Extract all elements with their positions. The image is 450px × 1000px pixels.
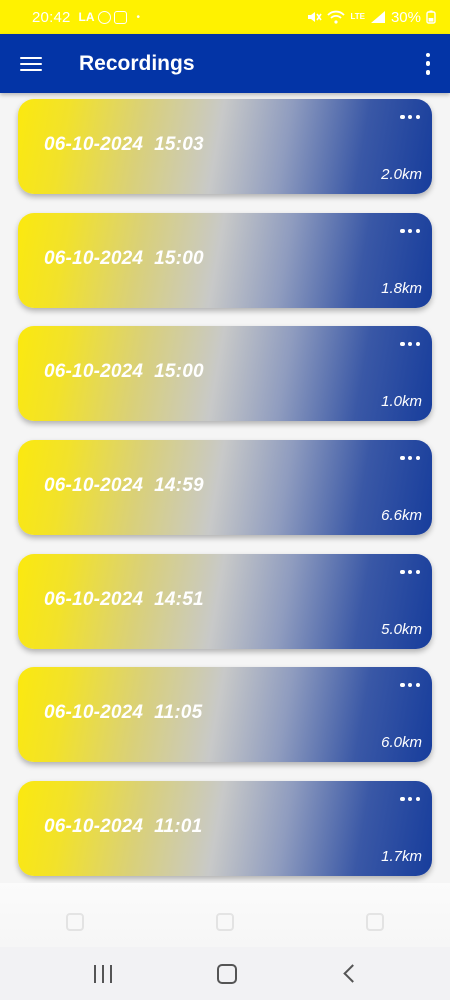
recording-card[interactable]: 06-10-2024 15:00 1.0km [18,326,432,421]
instagram-icon [113,10,127,24]
battery-icon [426,10,436,24]
recording-date: 06-10-2024 11:01 [44,816,203,837]
hamburger-menu-icon[interactable] [20,55,42,73]
recording-distance: 1.8km [381,280,422,297]
recording-card[interactable]: 06-10-2024 15:03 2.0km [18,99,432,194]
more-horizontal-icon[interactable] [400,795,420,803]
recording-date: 06-10-2024 15:03 [44,134,204,155]
recording-distance: 1.0km [381,393,422,410]
more-horizontal-icon[interactable] [400,340,420,348]
recording-card[interactable]: 06-10-2024 11:01 1.7km [18,781,432,876]
recording-card[interactable]: 06-10-2024 14:59 6.6km [18,440,432,535]
status-bar: 20:42 LA • LTE 30% [0,0,450,34]
back-icon[interactable] [342,964,362,983]
more-horizontal-icon[interactable] [400,113,420,121]
notification-icons: LA [79,10,127,24]
more-horizontal-icon[interactable] [400,568,420,576]
status-time: 20:42 [32,8,71,26]
lte-label: LTE [350,12,365,21]
recording-date: 06-10-2024 11:05 [44,702,203,723]
more-horizontal-icon[interactable] [400,681,420,689]
wifi-icon [327,10,346,24]
recording-card[interactable]: 06-10-2024 11:05 6.0km [18,667,432,762]
more-horizontal-icon[interactable] [400,454,420,462]
system-nav-bar [0,947,450,1000]
home-icon[interactable] [216,963,237,984]
more-vertical-icon[interactable] [425,52,431,75]
app-bar: Recordings [0,34,450,93]
recents-icon[interactable] [92,964,114,983]
recording-distance: 6.6km [381,507,422,524]
recordings-list[interactable]: 06-10-2024 15:03 2.0km 06-10-2024 15:00 … [0,93,450,883]
recording-distance: 5.0km [381,621,422,638]
notification-text: LA [78,10,95,24]
signal-icon [370,11,385,23]
whatsapp-icon [97,10,111,24]
ghost-nav [0,913,450,931]
recording-date: 06-10-2024 14:59 [44,475,204,496]
recording-card[interactable]: 06-10-2024 14:51 5.0km [18,554,432,649]
recording-date: 06-10-2024 15:00 [44,248,204,269]
recording-distance: 1.7km [381,848,422,865]
mute-icon [308,12,323,22]
recording-distance: 2.0km [381,166,422,183]
recording-date: 06-10-2024 14:51 [44,589,204,610]
recording-card[interactable]: 06-10-2024 15:00 1.8km [18,213,432,308]
status-right: LTE 30% [306,9,436,26]
recording-distance: 6.0km [381,734,422,751]
bottom-fade [0,883,450,947]
notification-dot: • [136,11,141,23]
app-screen: 20:42 LA • LTE 30% Recordings 06-10-2024… [0,0,450,1000]
page-title: Recordings [79,51,195,75]
more-horizontal-icon[interactable] [400,227,420,235]
battery-percent: 30% [390,8,421,26]
recording-date: 06-10-2024 15:00 [44,361,204,382]
